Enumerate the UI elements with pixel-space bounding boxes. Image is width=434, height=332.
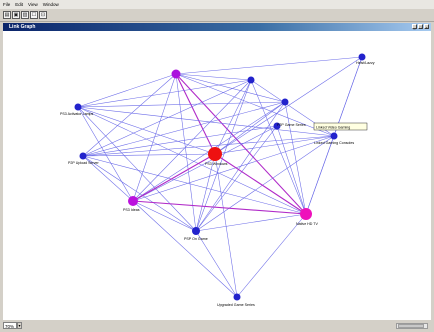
menu-file[interactable]: File	[3, 0, 10, 9]
close-button[interactable]: ×	[424, 24, 429, 30]
graph-edge	[284, 101, 307, 215]
toolbar: ▤ ▣ ▥ ☐ ⊡	[0, 9, 434, 22]
graph-node[interactable]	[281, 98, 289, 106]
graph-edge	[77, 73, 177, 108]
graph-edge	[214, 135, 335, 155]
graph-node[interactable]	[247, 76, 255, 84]
node-label: Linked Gaming Consoles	[314, 141, 354, 145]
open-icon[interactable]: ▤	[3, 11, 11, 19]
graph-edge	[77, 106, 197, 232]
graph-edge	[305, 135, 335, 215]
window-title: Link Graph	[9, 24, 36, 30]
graph-edge	[82, 155, 197, 232]
graph-node[interactable]	[300, 208, 312, 220]
node-label: PS3 Windows	[205, 162, 228, 166]
node-label: Heist/Lazzy	[356, 61, 375, 65]
graph-node[interactable]	[192, 227, 200, 235]
maximize-button[interactable]: □	[418, 24, 423, 30]
menu-edit[interactable]: Edit	[15, 0, 23, 9]
graph-node[interactable]	[208, 147, 222, 161]
graph-edge	[132, 135, 335, 202]
save-icon[interactable]: ▣	[12, 11, 20, 19]
window-icon[interactable]: ☐	[30, 11, 38, 19]
graph-node[interactable]	[233, 293, 241, 301]
node-label: Native HD TV	[296, 222, 319, 226]
graph-edge	[175, 73, 335, 137]
menu-view[interactable]: View	[28, 0, 38, 9]
node-label: P2P Upload Server	[68, 161, 100, 165]
graph-edge	[175, 73, 307, 215]
layout-icon[interactable]: ▥	[21, 11, 29, 19]
export-icon[interactable]: ⊡	[39, 11, 47, 19]
graph-canvas[interactable]: Heist/Lazzy PS3 Activator Lamps Linked Gam…	[3, 31, 431, 320]
graph-node[interactable]	[171, 69, 181, 79]
link-graph[interactable]: Heist/Lazzy PS3 Activator Lamps Linked Gam…	[3, 31, 431, 320]
graph-node[interactable]	[358, 53, 366, 61]
graph-edge	[195, 213, 307, 232]
node-label: Upgraded Game Series	[217, 303, 255, 307]
chevron-down-icon[interactable]: ▾	[17, 322, 22, 329]
window-titlebar[interactable]: Link Graph _ □ ×	[3, 23, 431, 31]
zoom-select[interactable]: 70%	[3, 322, 17, 329]
graph-edges	[77, 56, 363, 298]
node-tooltip: Linked Video Gaming	[313, 122, 368, 131]
graph-node[interactable]	[79, 152, 87, 160]
menu-bar: File Edit View Window	[0, 0, 434, 9]
graph-edge	[214, 153, 238, 298]
node-label: P2P Game Series	[277, 123, 306, 127]
graph-edge	[236, 213, 307, 298]
graph-edge	[175, 56, 363, 75]
minimize-button[interactable]: _	[412, 24, 417, 30]
graph-node[interactable]	[128, 196, 138, 206]
status-bar: 70% ▾	[0, 320, 434, 332]
graph-edge	[132, 200, 238, 298]
node-label: PSP On Game	[184, 237, 208, 241]
graph-edge	[77, 106, 335, 137]
tooltip-text: Linked Video Gaming	[316, 125, 350, 129]
horizontal-scrollbar[interactable]	[396, 323, 428, 329]
graph-edge	[175, 73, 216, 155]
graph-nodes: Heist/Lazzy PS3 Activator Lamps Linked Gam…	[60, 53, 375, 307]
graph-node[interactable]	[74, 103, 82, 111]
node-label: PS3 Ideas	[123, 208, 140, 212]
window-controls: _ □ ×	[411, 24, 429, 30]
node-label: PS3 Activator Lamps	[60, 112, 94, 116]
graph-edge	[175, 73, 197, 232]
menu-window[interactable]: Window	[43, 0, 59, 9]
graph-edge	[195, 125, 278, 232]
graph-node[interactable]	[330, 132, 338, 140]
scrollbar-thumb[interactable]	[398, 324, 424, 328]
